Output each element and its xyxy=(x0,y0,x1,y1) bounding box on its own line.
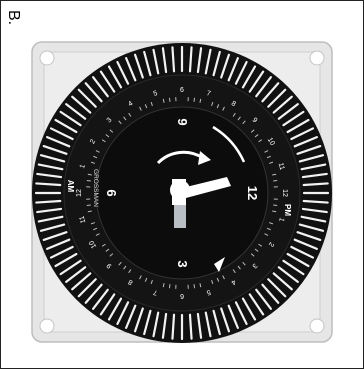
setting-pin[interactable] xyxy=(35,182,62,187)
scale-tick xyxy=(273,204,278,207)
setting-pin[interactable] xyxy=(171,313,176,340)
setting-pin[interactable] xyxy=(188,46,193,73)
hour-scale-label: 6 xyxy=(180,87,184,94)
mechanical-timer: 1212345678910111212345 6 7891011 9 12 3 6 … xyxy=(31,41,333,343)
scale-tick xyxy=(273,179,278,182)
hour-scale-label: 12 xyxy=(281,189,288,197)
scale-tick xyxy=(86,179,91,182)
setting-pin[interactable] xyxy=(188,313,193,340)
mounting-hole-icon xyxy=(309,50,325,66)
setting-pin[interactable] xyxy=(302,182,329,187)
scale-tick xyxy=(86,204,91,207)
setting-pin[interactable] xyxy=(171,46,176,73)
dial-number-9: 9 xyxy=(175,118,190,125)
scale-tick xyxy=(193,284,196,289)
setting-pin[interactable] xyxy=(35,199,62,204)
scale-tick xyxy=(193,97,196,102)
scale-tick xyxy=(168,97,171,102)
dial-number-12: 12 xyxy=(245,186,260,200)
am-label: AM xyxy=(66,180,75,193)
mounting-hole-icon xyxy=(309,318,325,334)
mounting-hole-icon xyxy=(39,318,55,334)
setting-pin[interactable] xyxy=(302,199,329,204)
dial-number-6: 6 xyxy=(104,189,119,196)
dial-number-3: 3 xyxy=(175,260,190,267)
pm-label: PM xyxy=(283,204,292,216)
scale-tick xyxy=(168,284,171,289)
hour-scale-label: 12 xyxy=(76,189,83,197)
hour-scale-label: 6 xyxy=(180,292,184,299)
mounting-hole-icon xyxy=(39,50,55,66)
brand-label: GROSSMAN xyxy=(92,169,99,207)
